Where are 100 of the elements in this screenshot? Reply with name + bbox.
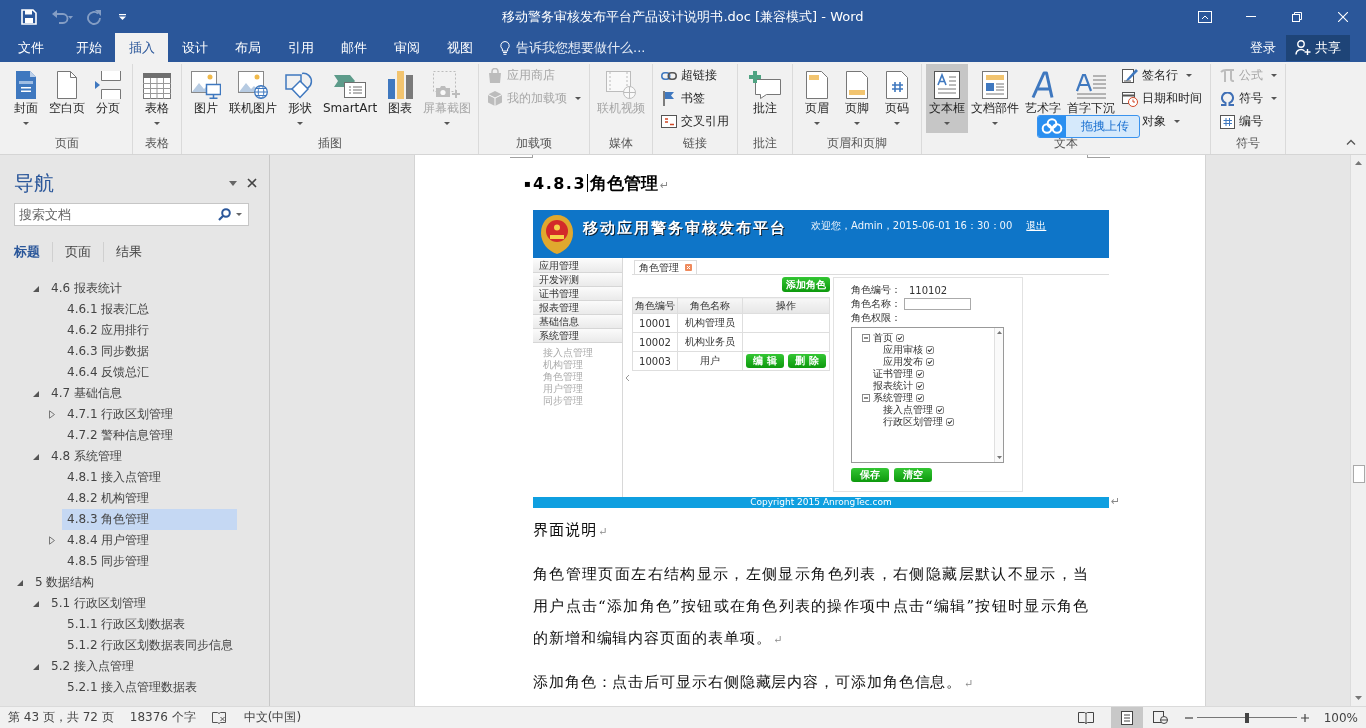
- outline-item[interactable]: 5.2.1 接入点管理数据表: [62, 677, 237, 698]
- outline-item[interactable]: 5.1.2 行政区划数据表同步信息: [62, 635, 237, 656]
- checkbox[interactable]: [926, 358, 934, 366]
- pane-tab[interactable]: 页面: [53, 242, 104, 262]
- hyperlink-button[interactable]: 超链接: [657, 64, 734, 87]
- sign-in-link[interactable]: 登录: [1240, 33, 1286, 62]
- checkbox[interactable]: [916, 382, 924, 390]
- menu-item[interactable]: 开发评测: [533, 273, 622, 287]
- ribbon-tab[interactable]: 布局: [221, 33, 274, 62]
- checkbox[interactable]: [916, 370, 924, 378]
- ribbon-tab[interactable]: 设计: [168, 33, 221, 62]
- tree-scrollbar[interactable]: [994, 328, 1003, 462]
- expanded-triangle-icon[interactable]: [33, 663, 39, 670]
- language-indicator[interactable]: 中文(中国): [243, 709, 302, 726]
- ribbon-tab[interactable]: 插入: [115, 33, 168, 62]
- vertical-scrollbar[interactable]: [1350, 155, 1366, 706]
- outline-item[interactable]: 5.1.1 行政区划数据表: [62, 614, 237, 635]
- page-break-button[interactable]: 分页: [88, 64, 128, 133]
- menu-item[interactable]: 应用管理: [533, 259, 622, 273]
- pane-options-icon[interactable]: [229, 180, 237, 186]
- bookmark-button[interactable]: 书签: [657, 87, 734, 110]
- expanded-triangle-icon[interactable]: [17, 579, 23, 586]
- cover-page-button[interactable]: 封面: [6, 64, 46, 133]
- date-time-button[interactable]: 日期和时间: [1118, 87, 1207, 110]
- table-button[interactable]: 表格: [137, 64, 177, 133]
- menu-item[interactable]: 报表管理: [533, 301, 622, 315]
- ribbon-tab[interactable]: 文件: [4, 33, 57, 62]
- header-button[interactable]: 页眉: [797, 64, 838, 133]
- collapse-ribbon-icon[interactable]: [1346, 139, 1356, 145]
- collapse-box-icon[interactable]: [862, 394, 870, 402]
- checkbox[interactable]: [896, 334, 904, 342]
- page-number-button[interactable]: 页码: [877, 64, 918, 133]
- print-layout-button[interactable]: [1110, 707, 1143, 728]
- scroll-down-icon[interactable]: [996, 456, 1002, 459]
- customize-toolbar-icon[interactable]: [119, 13, 126, 20]
- menu-item[interactable]: 基础信息: [533, 315, 622, 329]
- outline-item[interactable]: 4.6.4 反馈总汇: [62, 362, 237, 383]
- online-picture-button[interactable]: 联机图片: [226, 64, 280, 133]
- text-box-button[interactable]: 文本框: [926, 64, 969, 133]
- scroll-down-icon[interactable]: [1355, 696, 1362, 700]
- ribbon-tab[interactable]: 视图: [433, 33, 486, 62]
- chart-button[interactable]: 图表: [380, 64, 421, 133]
- close-icon[interactable]: [247, 178, 257, 188]
- zoom-thumb[interactable]: [1244, 712, 1249, 723]
- outline-item[interactable]: 5.1 行政区划管理: [46, 593, 237, 614]
- shapes-button[interactable]: 形状: [280, 64, 320, 133]
- checkbox[interactable]: [926, 346, 934, 354]
- expanded-triangle-icon[interactable]: [33, 390, 39, 397]
- scroll-up-icon[interactable]: [1355, 161, 1362, 165]
- zoom-in-icon[interactable]: [1300, 713, 1309, 722]
- outline-item[interactable]: 4.6.2 应用排行: [62, 320, 237, 341]
- menu-item[interactable]: 系统管理: [533, 329, 622, 343]
- save-icon[interactable]: [21, 8, 37, 25]
- scroll-up-icon[interactable]: [996, 331, 1002, 334]
- ribbon-display-options-icon[interactable]: [1198, 10, 1212, 23]
- collapsed-triangle-icon[interactable]: [49, 536, 55, 545]
- role-name-input[interactable]: [904, 298, 971, 310]
- expanded-triangle-icon[interactable]: [33, 600, 39, 607]
- outline-item[interactable]: 4.8.1 接入点管理: [62, 467, 237, 488]
- expanded-triangle-icon[interactable]: [33, 453, 39, 460]
- outline-item[interactable]: 4.7 基础信息: [46, 383, 237, 404]
- outline-item[interactable]: 4.7.2 警种信息管理: [62, 425, 237, 446]
- ribbon-tab[interactable]: 开始: [62, 33, 115, 62]
- collapsed-triangle-icon[interactable]: [49, 410, 55, 419]
- pane-tab[interactable]: 标题: [14, 242, 53, 262]
- ribbon-tab[interactable]: 邮件: [327, 33, 380, 62]
- proofing-book-icon[interactable]: [211, 711, 226, 724]
- picture-button[interactable]: 图片: [186, 64, 226, 133]
- outline-item[interactable]: 4.6.1 报表汇总: [62, 299, 237, 320]
- ribbon-tab[interactable]: 审阅: [380, 33, 433, 62]
- outline-item[interactable]: 4.6 报表统计: [46, 278, 237, 299]
- pane-tab[interactable]: 结果: [104, 242, 154, 262]
- expanded-triangle-icon[interactable]: [33, 285, 39, 292]
- number-button[interactable]: 编号: [1215, 110, 1282, 133]
- drag-upload-toast[interactable]: 拖拽上传: [1037, 115, 1140, 138]
- checkbox[interactable]: [916, 394, 924, 402]
- footer-button[interactable]: 页脚: [837, 64, 878, 133]
- outline-item[interactable]: 4.8.4 用户管理: [62, 530, 237, 551]
- outline-item[interactable]: 4.8.2 机构管理: [62, 488, 237, 509]
- scroll-thumb[interactable]: [1352, 465, 1365, 483]
- comment-button[interactable]: 批注: [742, 64, 789, 133]
- outline-item[interactable]: 4.7.1 行政区划管理: [62, 404, 237, 425]
- blank-page-button[interactable]: 空白页: [46, 64, 88, 133]
- page-count[interactable]: 第 43 页，共 72 页: [8, 709, 114, 726]
- smartart-button[interactable]: SmartArt: [320, 64, 381, 133]
- outline-item[interactable]: 5 数据结构: [30, 572, 237, 593]
- outline-item[interactable]: 4.8.5 同步管理: [62, 551, 237, 572]
- outline-item[interactable]: 4.8 系统管理: [46, 446, 237, 467]
- word-count[interactable]: 18376 个字: [129, 709, 196, 726]
- outline-item[interactable]: 4.8.3 角色管理: [62, 509, 237, 530]
- cross-reference-button[interactable]: 交叉引用: [657, 110, 734, 133]
- quick-parts-button[interactable]: 文档部件: [968, 64, 1023, 133]
- menu-item[interactable]: 证书管理: [533, 287, 622, 301]
- signature-line-button[interactable]: 签名行: [1118, 64, 1207, 87]
- restore-icon[interactable]: [1292, 11, 1302, 22]
- zoom-level[interactable]: 100%: [1323, 710, 1358, 725]
- share-button[interactable]: 共享: [1286, 34, 1350, 61]
- outline-item[interactable]: 4.6.3 同步数据: [62, 341, 237, 362]
- collapse-box-icon[interactable]: [862, 334, 870, 342]
- checkbox[interactable]: [946, 418, 954, 426]
